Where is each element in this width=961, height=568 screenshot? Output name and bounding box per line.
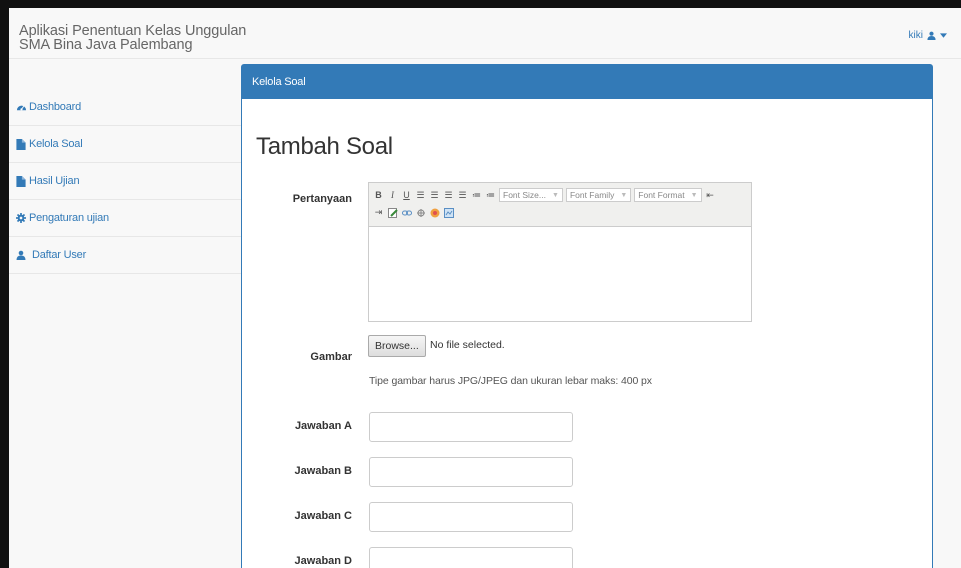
sidebar-item-label: Pengaturan ujian <box>29 212 109 224</box>
chevron-down-icon: ▼ <box>552 191 559 199</box>
align-left-icon[interactable]: ☰ <box>415 190 426 201</box>
outdent-icon[interactable]: ⇤ <box>705 190 716 201</box>
indent-icon[interactable]: ⇥ <box>373 207 384 218</box>
link-icon[interactable] <box>401 207 412 218</box>
jawaban-a-label: Jawaban A <box>294 420 352 432</box>
font-format-select[interactable]: Font Format ▼ <box>634 188 702 202</box>
align-right-icon[interactable]: ☰ <box>443 190 454 201</box>
file-status-text: No file selected. <box>430 339 505 351</box>
sidebar-item-label: Kelola Soal <box>29 138 83 150</box>
ordered-list-icon[interactable]: ≔ <box>485 190 496 201</box>
gambar-help-text: Tipe gambar harus JPG/JPEG dan ukuran le… <box>369 375 652 387</box>
editor-toolbar: B I U ☰ ☰ ☰ ☰ ≔ ≔ Font Size... ▼ Font Fam… <box>369 183 751 227</box>
font-format-value: Font Format <box>638 190 685 200</box>
browse-button[interactable]: Browse... <box>368 335 426 357</box>
jawaban-d-label: Jawaban D <box>294 555 352 567</box>
top-navbar: Aplikasi Penentuan Kelas Unggulan SMA Bi… <box>9 8 961 59</box>
edit-icon[interactable] <box>387 207 398 218</box>
username-label: kiki <box>908 30 923 41</box>
font-family-value: Font Family <box>569 190 615 200</box>
jawaban-a-input[interactable] <box>369 412 573 442</box>
bold-icon[interactable]: B <box>373 190 384 201</box>
sidebar: Dashboard Kelola Soal Hasil Ujian Pengat… <box>9 89 242 568</box>
panel-heading: Kelola Soal <box>242 65 932 99</box>
image-icon[interactable] <box>429 207 440 218</box>
sidebar-item-pengaturan-ujian[interactable]: Pengaturan ujian <box>9 200 241 237</box>
pertanyaan-label: Pertanyaan <box>292 193 352 205</box>
code-icon[interactable] <box>443 207 454 218</box>
app-title-line1: Aplikasi Penentuan Kelas Unggulan <box>19 23 247 39</box>
sidebar-item-label: Dashboard <box>29 101 82 113</box>
page-title: Tambah Soal <box>256 133 393 160</box>
user-icon <box>927 31 936 40</box>
sidebar-item-hasil-ujian[interactable]: Hasil Ujian <box>9 163 241 200</box>
file-icon <box>15 175 27 187</box>
chevron-down-icon: ▼ <box>690 191 698 199</box>
align-justify-icon[interactable]: ☰ <box>457 190 468 201</box>
font-family-select[interactable]: Font Family ▼ <box>565 188 632 202</box>
editor-content-area[interactable] <box>369 227 751 321</box>
app-window: Aplikasi Penentuan Kelas Unggulan SMA Bi… <box>9 8 961 568</box>
unlink-icon[interactable] <box>415 207 426 218</box>
app-title-line2: SMA Bina Java Palembang <box>19 37 193 53</box>
font-size-select[interactable]: Font Size... ▼ <box>499 188 563 202</box>
app-brand[interactable]: Aplikasi Penentuan Kelas Unggulan SMA Bi… <box>19 23 247 53</box>
unordered-list-icon[interactable]: ≔ <box>471 190 482 201</box>
gambar-label: Gambar <box>310 351 352 363</box>
sidebar-item-kelola-soal[interactable]: Kelola Soal <box>9 126 241 163</box>
font-size-value: Font Size... <box>503 190 546 200</box>
user-menu-toggle[interactable]: kiki <box>909 30 947 41</box>
sidebar-item-dashboard[interactable]: Dashboard <box>9 89 241 126</box>
file-icon <box>15 138 27 150</box>
gear-icon <box>15 212 27 224</box>
jawaban-b-input[interactable] <box>369 457 573 487</box>
sidebar-item-label: Hasil Ujian <box>29 175 80 187</box>
user-icon <box>15 249 27 261</box>
underline-icon[interactable]: U <box>401 190 412 201</box>
jawaban-b-label: Jawaban B <box>294 465 352 477</box>
jawaban-d-input[interactable] <box>369 547 573 568</box>
jawaban-c-label: Jawaban C <box>294 510 352 522</box>
sidebar-item-daftar-user[interactable]: Daftar User <box>9 237 241 274</box>
rich-text-editor: B I U ☰ ☰ ☰ ☰ ≔ ≔ Font Size... ▼ Font Fam… <box>368 182 752 322</box>
italic-icon[interactable]: I <box>387 190 398 201</box>
jawaban-c-input[interactable] <box>369 502 573 532</box>
dashboard-icon <box>15 101 27 113</box>
caret-down-icon <box>940 33 947 38</box>
sidebar-item-label: Daftar User <box>32 249 87 261</box>
align-center-icon[interactable]: ☰ <box>429 190 440 201</box>
main-panel: Kelola Soal Tambah Soal Pertanyaan B I U… <box>241 64 933 568</box>
chevron-down-icon: ▼ <box>620 191 628 199</box>
